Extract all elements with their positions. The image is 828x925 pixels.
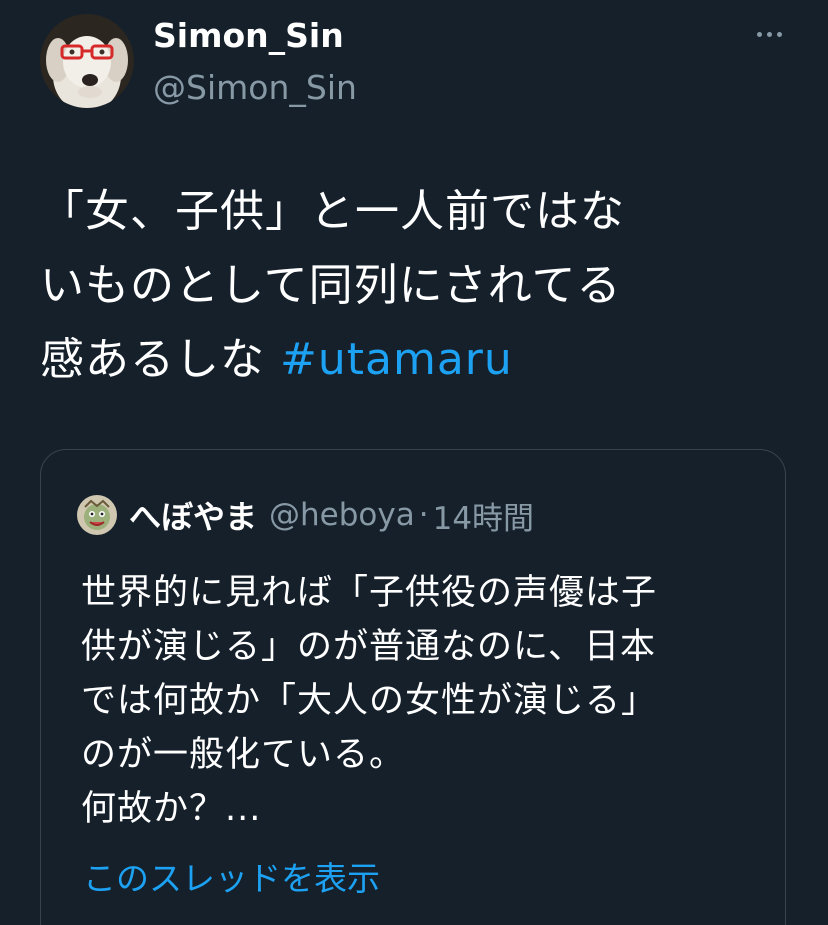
quoted-text-line: 世界的に見れば「子供役の声優は子 [81, 573, 658, 613]
quoted-author-display-name: へぼやま [129, 498, 258, 536]
author-handle: @Simon_Sin [153, 68, 357, 107]
tweet-text-line: いものとして同列にされてる [40, 260, 622, 311]
tweet-text-segment: 感あるしな [40, 334, 280, 385]
cartoon-avatar-icon [77, 495, 117, 535]
quoted-tweet-header: へぼやま @heboya · 14時間 [77, 492, 534, 538]
quoted-author-avatar [77, 495, 117, 535]
more-options-button[interactable] [746, 18, 792, 50]
quoted-text-line: では何故か「大人の女性が演じる」 [81, 681, 658, 721]
show-thread-link[interactable]: このスレッドを表示 [83, 857, 380, 901]
tweet: Simon_Sin @Simon_Sin 「女、子供」と一人前ではな いものとし… [0, 0, 828, 925]
tweet-text-line: 「女、子供」と一人前ではな [40, 186, 625, 237]
quoted-text-line: 供が演じる」のが普通なのに、日本 [81, 627, 656, 667]
quoted-text-line: のが一般化ている。 [81, 735, 406, 775]
quoted-author-handle: @heboya [269, 497, 415, 533]
hashtag-link[interactable]: #utamaru [280, 334, 513, 385]
more-horizontal-icon [756, 31, 762, 37]
quoted-tweet-text: 世界的に見れば「子供役の声優は子 供が演じる」のが普通なのに、日本 では何故か「… [81, 566, 761, 836]
quoted-tweet-timestamp: 14時間 [432, 500, 535, 537]
dog-avatar-icon [40, 14, 134, 108]
quoted-tweet-card[interactable]: へぼやま @heboya · 14時間 世界的に見れば「子供役の声優は子 供が演… [40, 449, 786, 925]
tweet-text-line: 感あるしな #utamaru [40, 323, 800, 397]
tweet-text: 「女、子供」と一人前ではな いものとして同列にされてる 感あるしな #utama… [40, 175, 800, 397]
author-avatar[interactable] [40, 14, 134, 108]
quoted-text-line: 何故か？... [81, 789, 262, 829]
author-display-name[interactable]: Simon_Sin [153, 14, 344, 58]
separator-dot: · [418, 497, 429, 533]
